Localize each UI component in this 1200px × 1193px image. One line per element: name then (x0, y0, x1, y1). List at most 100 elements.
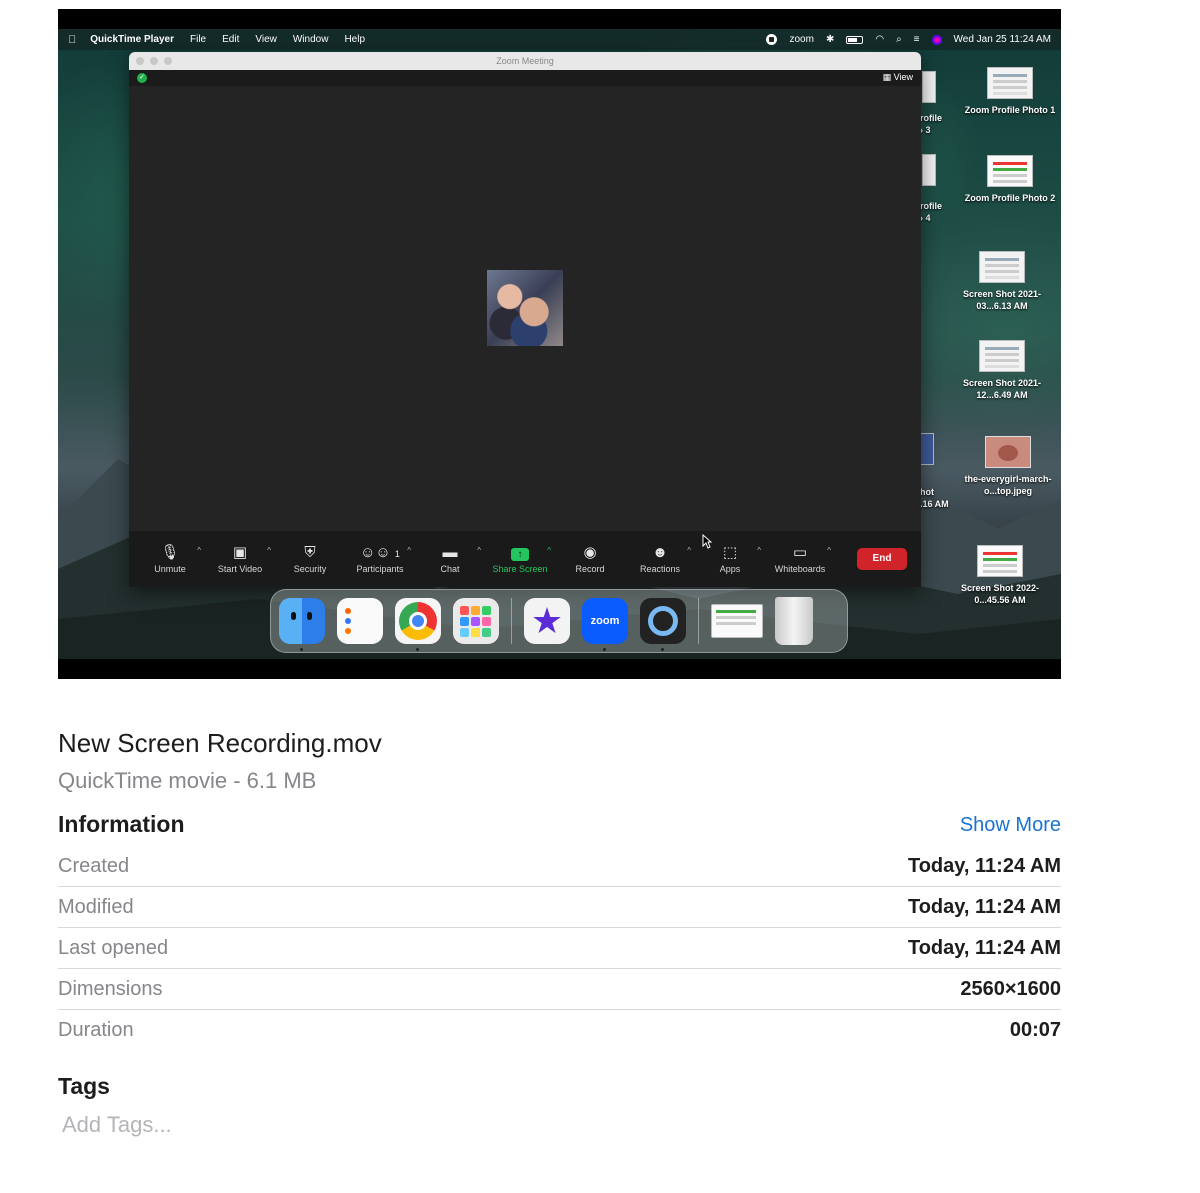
zoom-app-icon[interactable]: zoom (582, 598, 628, 651)
desktop-icon[interactable]: Zoom Profile Photo 2 (962, 155, 1058, 204)
partial-icon-thumb[interactable] (920, 433, 934, 465)
chevron-up-icon[interactable]: ^ (197, 546, 201, 555)
share-screen-button[interactable]: ↑ Share Screen ^ (485, 544, 555, 574)
info-row-modified: Modified Today, 11:24 AM (58, 887, 1061, 928)
info-row-duration: Duration 00:07 (58, 1010, 1061, 1051)
info-label: Duration (58, 1019, 134, 1041)
minimize-window-button[interactable] (150, 57, 158, 65)
siri-icon[interactable] (931, 34, 942, 45)
stop-recording-icon[interactable] (766, 34, 778, 45)
trash-icon[interactable] (775, 597, 813, 645)
menubar-datetime[interactable]: Wed Jan 25 11:24 AM (954, 34, 1051, 45)
end-meeting-button[interactable]: End (857, 548, 907, 570)
running-indicator (603, 648, 606, 651)
chat-icon: ▬ (442, 544, 458, 561)
control-center-icon[interactable]: ≡ (914, 34, 920, 45)
chevron-up-icon[interactable]: ^ (547, 546, 551, 555)
information-table: Created Today, 11:24 AM Modified Today, … (58, 846, 1061, 1051)
file-thumbnail (987, 155, 1033, 187)
chevron-up-icon[interactable]: ^ (267, 546, 271, 555)
mac-dock: zoom (270, 589, 848, 653)
imovie-icon[interactable] (524, 598, 570, 644)
info-label: Modified (58, 895, 134, 918)
quicktime-icon[interactable] (640, 598, 686, 651)
unmute-button[interactable]: 🎙 Unmute ^ (135, 544, 205, 574)
menu-edit[interactable]: Edit (222, 34, 239, 45)
chevron-up-icon[interactable]: ^ (407, 546, 411, 555)
desktop-icon[interactable]: Screen Shot 2021-03...6.13 AM (954, 251, 1050, 312)
chevron-up-icon[interactable]: ^ (477, 546, 481, 555)
info-value: Today, 11:24 AM (907, 854, 1061, 877)
partial-icon-thumb[interactable] (922, 71, 936, 103)
chat-button[interactable]: ▬ Chat ^ (415, 544, 485, 574)
zoom-top-bar: ✓ ▦ View (129, 70, 921, 86)
letterbox-bar (58, 659, 1061, 679)
running-indicator (661, 648, 664, 651)
zoom-window-titlebar[interactable]: Zoom Meeting (129, 52, 921, 70)
running-indicator (416, 648, 419, 651)
desktop-icon-label: Zoom Profile Photo 2 (964, 193, 1056, 203)
zoom-menubar-label[interactable]: zoom (789, 34, 813, 45)
info-value: Today, 11:24 AM (907, 895, 1061, 918)
wifi-icon[interactable]: ◠ (875, 34, 884, 45)
record-button[interactable]: ◉ Record (555, 544, 625, 574)
participants-icon: ☺☺ 1 (360, 544, 400, 561)
reactions-icon: ☻ (652, 544, 668, 561)
partial-icon-label: hot .16 AM (920, 487, 949, 509)
info-value: 00:07 (1009, 1019, 1061, 1041)
file-thumbnail (979, 251, 1025, 283)
recent-document-icon[interactable] (711, 604, 763, 638)
battery-icon[interactable] (846, 35, 864, 44)
add-tags-field[interactable]: Add Tags... (62, 1112, 172, 1138)
desktop-icon[interactable]: Screen Shot 2021-12...6.49 AM (954, 340, 1050, 401)
encryption-shield-icon[interactable]: ✓ (137, 73, 147, 83)
partial-icon-label: rofile › 4 (920, 201, 943, 223)
finder-icon[interactable] (279, 598, 325, 651)
menu-view[interactable]: View (255, 34, 277, 45)
info-label: Created (58, 854, 130, 877)
zoom-toolbar: 🎙 Unmute ^ ▣ Start Video ^ ⛨ Security ☺☺ 1… (129, 531, 921, 587)
information-heading: Information (58, 811, 185, 837)
dock-separator (511, 598, 512, 644)
close-window-button[interactable] (136, 57, 144, 65)
chevron-up-icon[interactable]: ^ (827, 546, 831, 555)
running-indicator (300, 648, 303, 651)
mac-menubar:  QuickTime Player File Edit View Window… (58, 29, 1061, 50)
desktop-icon-label: Screen Shot 2021-12...6.49 AM (962, 378, 1042, 400)
video-area (129, 86, 921, 531)
info-row-dimensions: Dimensions 2560×1600 (58, 969, 1061, 1010)
apple-menu-icon[interactable]:  (68, 34, 76, 46)
tags-heading: Tags (58, 1073, 110, 1099)
desktop-icon[interactable]: the-everygirl-march-o...top.jpeg (960, 436, 1056, 497)
desktop-icon[interactable]: Screen Shot 2022-0...45.56 AM (952, 545, 1048, 606)
zoom-window-button[interactable] (164, 57, 172, 65)
security-button[interactable]: ⛨ Security (275, 544, 345, 574)
start-video-button[interactable]: ▣ Start Video ^ (205, 544, 275, 574)
desktop-icon[interactable]: Zoom Profile Photo 1 (962, 67, 1058, 116)
participants-button[interactable]: ☺☺ 1 Participants ^ (345, 544, 415, 574)
bluetooth-icon[interactable]: ✱ (826, 34, 834, 45)
partial-icon-thumb[interactable] (922, 154, 936, 186)
whiteboards-button[interactable]: ▭ Whiteboards ^ (765, 544, 835, 574)
partial-icon-label: rofile › 3 (920, 113, 943, 135)
chevron-up-icon[interactable]: ^ (687, 546, 691, 555)
menu-help[interactable]: Help (344, 34, 365, 45)
show-more-link[interactable]: Show More (960, 814, 1061, 837)
menu-file[interactable]: File (190, 34, 206, 45)
chevron-up-icon[interactable]: ^ (757, 546, 761, 555)
reactions-button[interactable]: ☻ Reactions ^ (625, 544, 695, 574)
launchpad-icon[interactable] (453, 598, 499, 644)
menu-window[interactable]: Window (293, 34, 329, 45)
reminders-icon[interactable] (337, 598, 383, 644)
view-button[interactable]: ▦ View (883, 72, 913, 83)
microphone-muted-icon: 🎙 (160, 544, 180, 561)
zoom-meeting-window: Zoom Meeting ✓ ▦ View 🎙 Unmute ^ ▣ Start … (129, 52, 921, 587)
file-kind-size: QuickTime movie - 6.1 MB (58, 768, 317, 793)
whiteboard-icon: ▭ (792, 544, 808, 561)
menu-app-name[interactable]: QuickTime Player (90, 34, 174, 45)
info-row-last-opened: Last opened Today, 11:24 AM (58, 928, 1061, 969)
chrome-icon[interactable] (395, 598, 441, 651)
desktop-icon-label: Screen Shot 2021-03...6.13 AM (962, 289, 1042, 311)
spotlight-search-icon[interactable]: ⌕ (896, 34, 902, 45)
dock-separator (698, 598, 699, 644)
